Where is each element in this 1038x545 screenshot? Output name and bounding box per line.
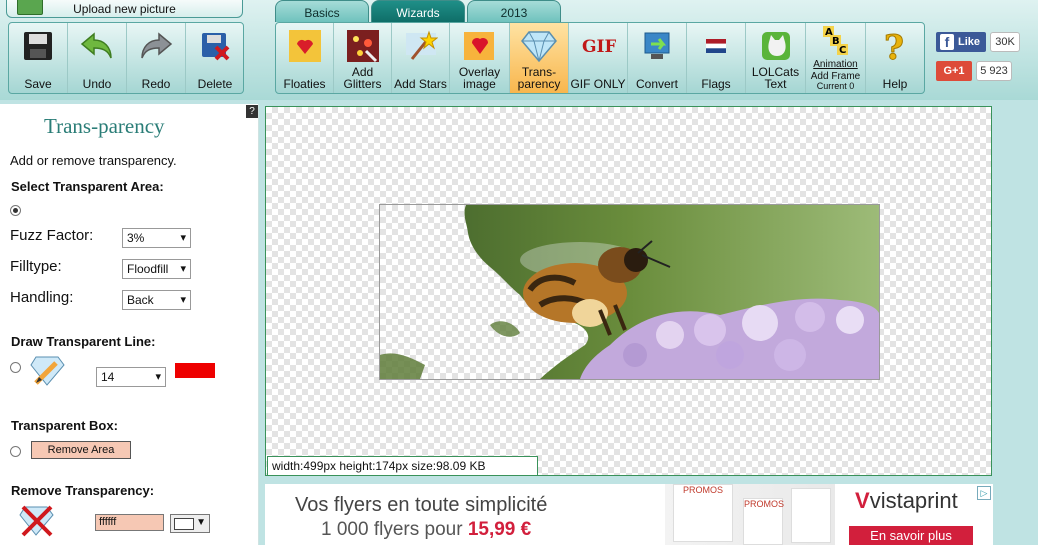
flag-icon [698, 28, 734, 64]
line-width-select[interactable]: 14 [96, 367, 166, 387]
edit-toolbar: Save Undo Redo Delete [8, 22, 244, 94]
undo-button[interactable]: Undo [68, 23, 127, 93]
redo-button[interactable]: Redo [127, 23, 186, 93]
flags-button[interactable]: Flags [687, 23, 746, 93]
remove-area-button[interactable]: Remove Area [31, 441, 131, 459]
abc-blocks-icon: ABC [818, 23, 854, 59]
tab-wizards[interactable]: Wizards [371, 0, 465, 22]
filltype-select[interactable]: Floodfill [122, 259, 191, 279]
tab-2013[interactable]: 2013 [467, 0, 561, 22]
fuzz-factor-select[interactable]: 3% [122, 228, 191, 248]
panel-title: Trans-parency [44, 114, 165, 138]
panel-intro: Add or remove transparency. [10, 153, 177, 168]
animation-add-frame-button[interactable]: ABC Animation Add Frame Current 0 [806, 23, 866, 93]
ad-product-images: PROMOS PROMOS [665, 484, 835, 545]
ad-card-1: PROMOS [673, 484, 733, 542]
fuzz-factor-label: Fuzz Factor: [10, 227, 94, 244]
help-button[interactable]: ? Help [866, 23, 924, 93]
save-button[interactable]: Save [9, 23, 68, 93]
delete-button[interactable]: Delete [186, 23, 244, 93]
advertisement-banner[interactable]: Vos flyers en toute simplicité 1 000 fly… [265, 484, 993, 545]
transparency-panel [0, 104, 259, 545]
floaties-icon [287, 28, 323, 64]
line-color-swatch[interactable] [175, 363, 215, 378]
ad-brand-logo: Vvistaprint [855, 488, 958, 513]
convert-button[interactable]: Convert [628, 23, 687, 93]
glitter-icon [345, 28, 381, 64]
lolcat-icon [758, 28, 794, 64]
google-plus-count: 5 923 [976, 61, 1012, 81]
stars-wand-icon [403, 28, 439, 64]
add-glitters-button[interactable]: Add Glitters [334, 23, 392, 93]
facebook-icon: f [940, 34, 954, 50]
floaties-button[interactable]: Floaties [276, 23, 334, 93]
help-question-icon: ? [877, 28, 913, 64]
remove-color-dropdown[interactable]: ▼ [170, 514, 210, 533]
panel-help-icon[interactable]: ? [246, 105, 258, 118]
edited-image[interactable] [379, 204, 880, 380]
draw-line-heading: Draw Transparent Line: [11, 334, 156, 349]
image-info-bar: width:499px height:174px size:98.09 KB [267, 456, 538, 476]
google-plus-button[interactable]: G+1 [936, 61, 972, 81]
overlay-image-button[interactable]: Overlay image [450, 23, 510, 93]
upload-label: Upload new picture [73, 2, 176, 16]
facebook-like-button[interactable]: f Like [936, 32, 986, 52]
delete-disk-icon [197, 28, 233, 64]
wizards-toolbar: Floaties Add Glitters Add Stars Overlay … [275, 22, 925, 94]
svg-text:C: C [839, 45, 846, 56]
tab-basics[interactable]: Basics [275, 0, 369, 22]
diamond-icon [521, 28, 557, 64]
draw-line-radio[interactable] [10, 362, 21, 373]
pencil-line-icon [30, 355, 66, 392]
svg-text:?: ? [884, 29, 904, 63]
remove-color-input[interactable]: ffffff [95, 514, 164, 531]
transparency-button[interactable]: Trans- parency [510, 23, 569, 93]
gif-only-button[interactable]: GIF GIF ONLY [569, 23, 628, 93]
ad-card-3 [791, 488, 831, 543]
ad-learn-more-button[interactable]: En savoir plus [849, 526, 973, 545]
handling-select[interactable]: Back [122, 290, 191, 310]
remove-transparency-icon [19, 503, 55, 544]
lolcats-text-button[interactable]: LOLCats Text [746, 23, 806, 93]
handling-label: Handling: [10, 289, 74, 306]
filltype-label: Filltype: [10, 258, 62, 275]
remove-transparency-heading: Remove Transparency: [11, 483, 155, 498]
svg-text:GIF: GIF [582, 37, 616, 57]
facebook-like-count: 30K [990, 32, 1020, 52]
image-canvas[interactable] [265, 106, 992, 476]
upload-new-picture-button[interactable]: Upload new picture [6, 0, 243, 18]
select-area-heading: Select Transparent Area: [11, 179, 164, 194]
convert-icon [639, 28, 675, 64]
undo-arrow-icon [79, 28, 115, 64]
ad-info-icon[interactable]: ▷ [977, 486, 991, 500]
transparent-box-heading: Transparent Box: [11, 418, 118, 433]
select-area-radio[interactable] [10, 205, 21, 216]
ad-subtext: 1 000 flyers pour 15,99 € [321, 519, 532, 540]
floppy-disk-icon [20, 28, 56, 64]
gif-icon: GIF [580, 28, 616, 64]
add-stars-button[interactable]: Add Stars [392, 23, 450, 93]
upload-image-icon [17, 0, 43, 15]
transparent-box-radio[interactable] [10, 446, 21, 457]
color-preview-swatch [174, 518, 194, 530]
ad-card-2: PROMOS [743, 498, 784, 545]
ad-headline: Vos flyers en toute simplicité [295, 494, 548, 516]
chevron-down-icon: ▼ [196, 517, 206, 528]
ad-price: 15,99 € [467, 519, 532, 540]
redo-arrow-icon [138, 28, 174, 64]
heart-overlay-icon [462, 28, 498, 64]
